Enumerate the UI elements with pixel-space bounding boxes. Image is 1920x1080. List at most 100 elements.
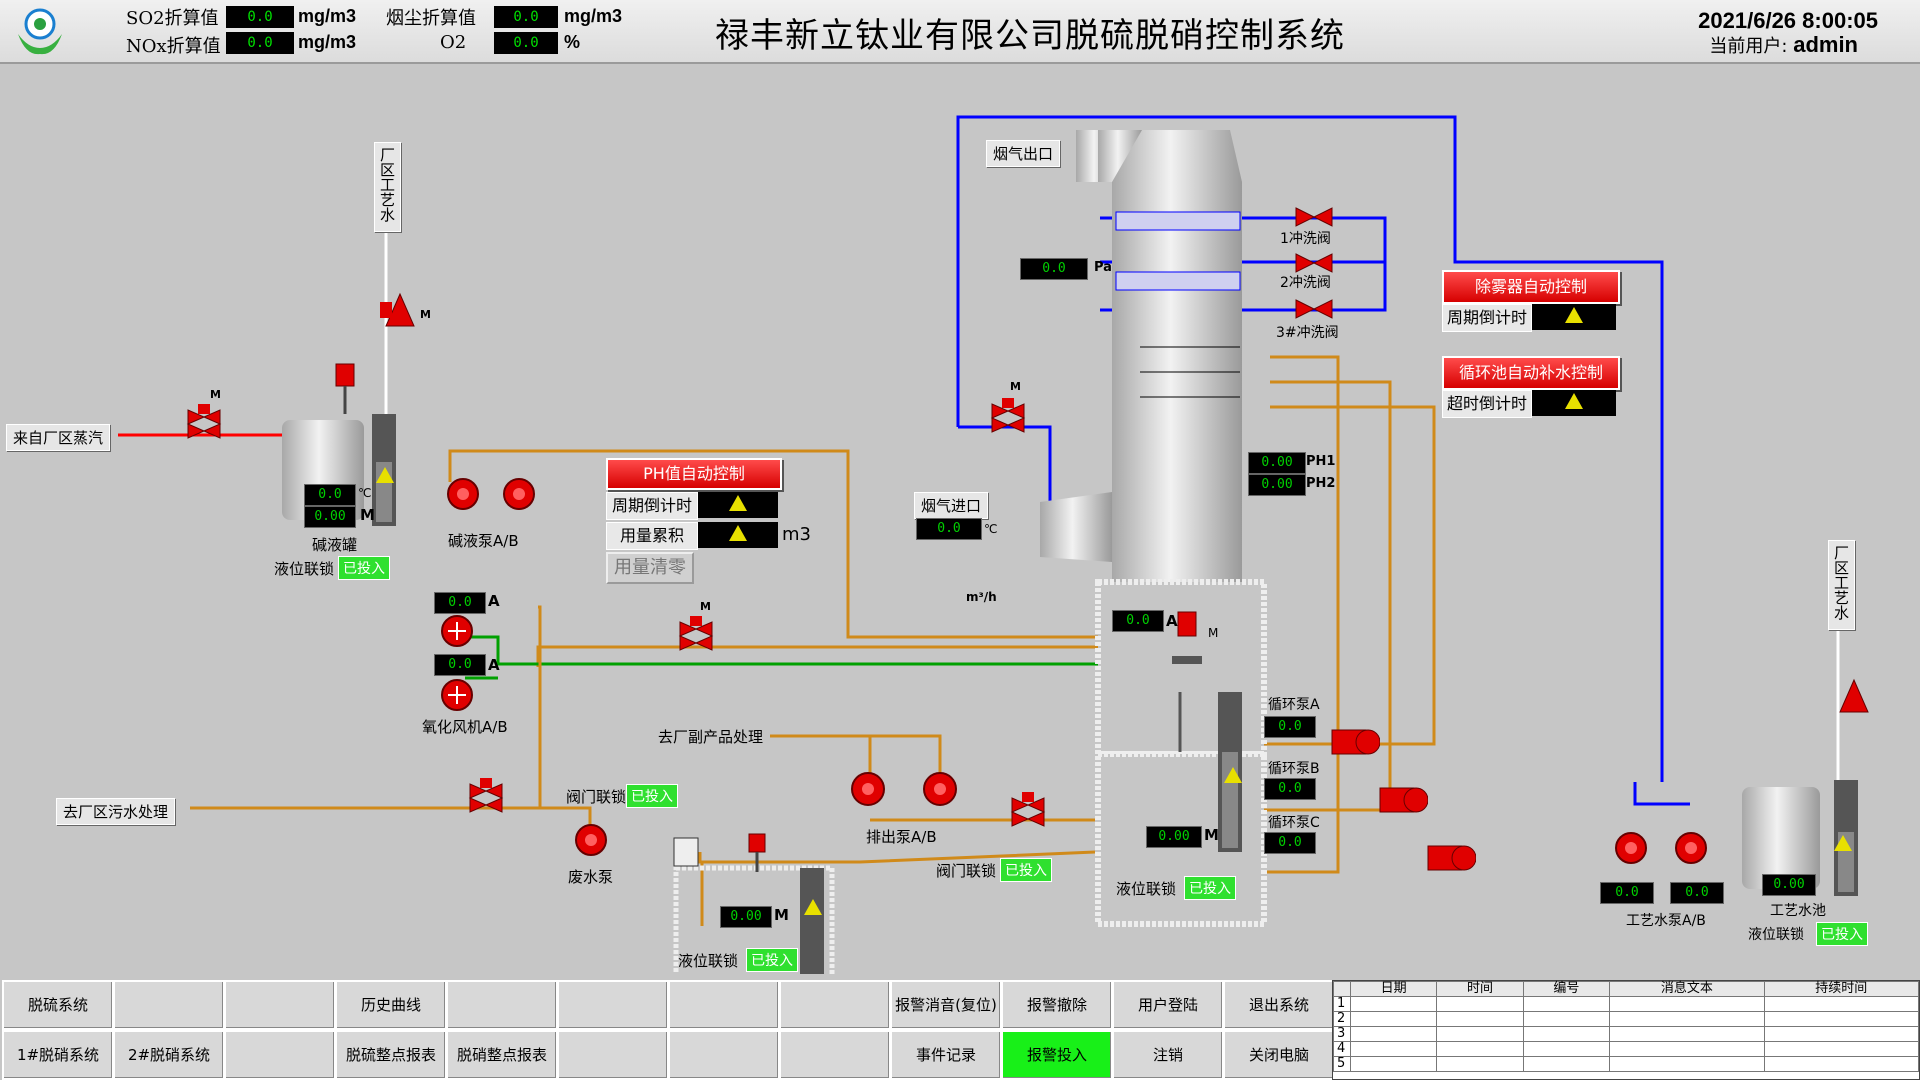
so2-value: 0.0 [226, 6, 294, 28]
warning-icon [1565, 393, 1583, 409]
level-lock-label: 液位联锁 [1116, 880, 1177, 898]
wash-valve-2-label: 2冲洗阀 [1280, 275, 1331, 291]
circ-pump-a-label: 循环泵A [1268, 697, 1320, 713]
nav-blank[interactable] [668, 980, 780, 1030]
agitator-icon[interactable] [330, 362, 360, 416]
steam-source: 来自厂区蒸汽 [6, 424, 111, 451]
pump-icon[interactable] [1426, 840, 1477, 876]
wash-valve-icon[interactable] [1294, 206, 1334, 228]
alarm-silence-button[interactable]: 报警消音(复位) [890, 980, 1002, 1030]
exit-system-button[interactable]: 退出系统 [1223, 980, 1335, 1030]
level-lock-status[interactable]: 已投入 [338, 556, 390, 580]
valve-icon[interactable] [1008, 790, 1048, 832]
row-index: 1 [1333, 996, 1351, 1012]
table-row[interactable]: 5 [1333, 1056, 1920, 1072]
nav-blank[interactable] [557, 1030, 669, 1080]
motor-label: M [420, 308, 431, 321]
pump-icon[interactable] [574, 822, 608, 858]
alarm-withdraw-button[interactable]: 报警撤除 [1001, 980, 1113, 1030]
wash-valve-icon[interactable] [1294, 298, 1334, 320]
valve-lock-status[interactable]: 已投入 [1000, 858, 1052, 882]
table-row[interactable]: 3 [1333, 1026, 1920, 1042]
nav-blank[interactable] [113, 980, 225, 1030]
alarm-table-header: 日期 时间 编号 消息文本 持续时间 [1333, 981, 1920, 997]
nav-denitr-report[interactable]: 脱硝整点报表 [446, 1030, 558, 1080]
ox-fan-b-current: 0.0 [434, 654, 486, 676]
nav-denitration-2[interactable]: 2#脱硝系统 [113, 1030, 225, 1080]
valve-lock-status[interactable]: 已投入 [626, 784, 678, 808]
refill-auto-control-button[interactable]: 循环池自动补水控制 [1442, 356, 1620, 390]
pipe-oxidation-air [465, 635, 1117, 672]
so2-unit: mg/m3 [298, 6, 357, 26]
valve-icon[interactable] [378, 290, 420, 330]
unit-a: A [488, 656, 500, 674]
process-pump-label: 工艺水泵A/B [1626, 913, 1706, 929]
table-row[interactable]: 4 [1333, 1041, 1920, 1057]
unit-celsius: ℃ [358, 486, 372, 500]
alarm-table[interactable]: 日期 时间 编号 消息文本 持续时间 1 2 3 4 5 [1332, 980, 1920, 1080]
circ-pump-b-current: 0.0 [1264, 778, 1316, 800]
process-tank-label: 工艺水池 [1770, 903, 1826, 919]
fan-icon[interactable] [440, 614, 474, 648]
nav-blank[interactable] [557, 980, 669, 1030]
table-row[interactable]: 1 [1333, 996, 1920, 1012]
nav-blank[interactable] [668, 1030, 780, 1080]
user-login-button[interactable]: 用户登陆 [1112, 980, 1224, 1030]
nav-denitration-1[interactable]: 1#脱硝系统 [2, 1030, 114, 1080]
alarm-enable-button[interactable]: 报警投入 [1001, 1030, 1113, 1080]
table-row[interactable]: 2 [1333, 1011, 1920, 1027]
demister-auto-control-button[interactable]: 除雾器自动控制 [1442, 270, 1620, 304]
level-lock-status[interactable]: 已投入 [746, 948, 798, 972]
unit-m: M [1208, 626, 1219, 640]
ph-auto-control-button[interactable]: PH值自动控制 [606, 458, 782, 490]
shutdown-button[interactable]: 关闭电脑 [1223, 1030, 1335, 1080]
valve-icon[interactable] [466, 776, 506, 818]
agitator-icon[interactable] [744, 832, 770, 872]
usage-clear-button[interactable]: 用量清零 [606, 552, 694, 584]
fan-icon[interactable] [440, 678, 474, 712]
nav-blank[interactable] [224, 980, 336, 1030]
unit-m: M [774, 906, 789, 924]
alarm-col-time: 时间 [1436, 981, 1524, 997]
pump-icon[interactable] [1674, 830, 1708, 866]
water-source-right: 厂区工艺水 [1828, 540, 1855, 630]
pump-icon[interactable] [1614, 830, 1648, 866]
pump-icon[interactable] [1378, 782, 1429, 818]
nav-desulf-report[interactable]: 脱硫整点报表 [335, 1030, 447, 1080]
water-source-left: 厂区工艺水 [374, 142, 401, 232]
nav-blank[interactable] [446, 980, 558, 1030]
nav-history-trend[interactable]: 历史曲线 [335, 980, 447, 1030]
absorber-tower [1040, 130, 1267, 927]
waste-pump-label: 废水泵 [568, 868, 614, 886]
logout-button[interactable]: 注销 [1112, 1030, 1224, 1080]
circ-pump-a-current: 0.0 [1264, 716, 1316, 738]
warning-icon [1834, 832, 1852, 851]
level-lock-status[interactable]: 已投入 [1184, 876, 1236, 900]
circ-pump-b-label: 循环泵B [1268, 761, 1320, 777]
cycle-countdown-label: 周期倒计时 [606, 492, 698, 520]
nav-desulfurization[interactable]: 脱硫系统 [2, 980, 114, 1030]
event-log-button[interactable]: 事件记录 [890, 1030, 1002, 1080]
valve-icon[interactable] [676, 614, 716, 656]
pump-icon[interactable] [446, 476, 480, 512]
dust-value: 0.0 [494, 6, 558, 28]
wash-valve-icon[interactable] [1294, 252, 1334, 274]
pump-icon[interactable] [922, 770, 958, 808]
unit-a: A [1166, 612, 1178, 630]
unit-pa: Pa [1094, 260, 1112, 275]
valve-icon[interactable] [988, 396, 1028, 438]
level-lock-status[interactable]: 已投入 [1816, 922, 1868, 946]
pump-icon[interactable] [850, 770, 886, 808]
ph2-label: PH2 [1306, 476, 1336, 491]
warning-icon [1224, 764, 1242, 783]
nav-blank[interactable] [779, 980, 891, 1030]
valve-icon[interactable] [184, 402, 224, 444]
valve-lock-label: 阀门联锁 [566, 788, 627, 806]
nav-blank[interactable] [779, 1030, 891, 1080]
nav-blank[interactable] [224, 1030, 336, 1080]
alkali-temp: 0.0 [304, 484, 356, 506]
valve-icon[interactable] [1834, 676, 1874, 716]
pump-icon[interactable] [502, 476, 536, 512]
alarm-col-index [1333, 981, 1351, 997]
pump-icon[interactable] [1330, 724, 1381, 760]
